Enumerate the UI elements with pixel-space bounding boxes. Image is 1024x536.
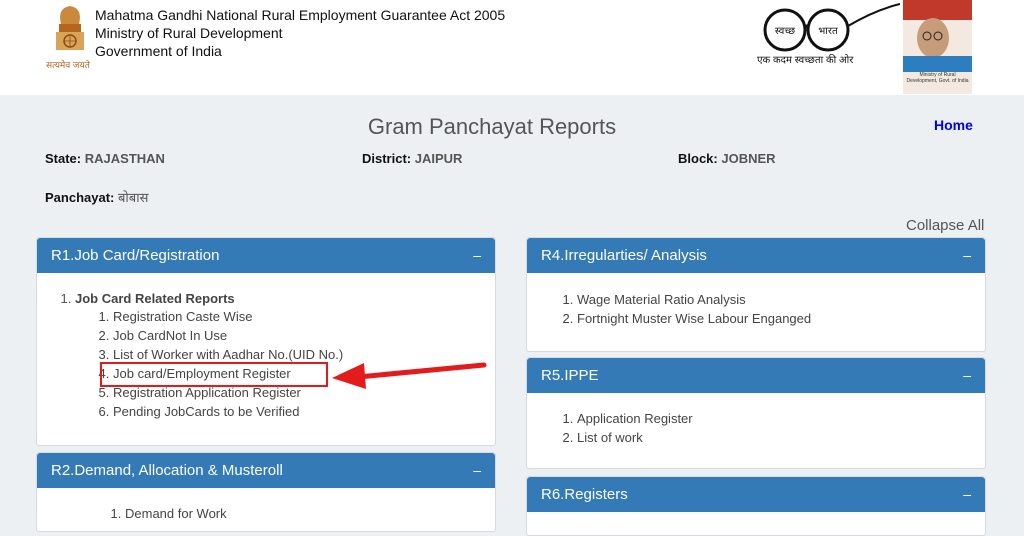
district-label: District:: [362, 151, 412, 166]
page-title: Gram Panchayat Reports: [367, 114, 617, 139]
list-item: Job Card Related Reports Registration Ca…: [75, 291, 343, 421]
swachh-tagline: एक कदम स्वच्छता की ओर: [757, 55, 854, 66]
block-label: Block:: [678, 151, 718, 166]
bharat-word: भारत: [818, 26, 838, 37]
panel-r5-header[interactable]: R5.IPPE –: [527, 358, 985, 393]
block-info: Block: JOBNER: [678, 151, 776, 166]
gandhi-portrait-icon: [903, 18, 972, 72]
panel-r4-header[interactable]: R4.Irregularties/ Analysis –: [527, 238, 985, 273]
panchayat-label: Panchayat:: [45, 190, 115, 205]
panchayat-value: बोबास: [118, 190, 149, 205]
panchayat-info: Panchayat: बोबास: [45, 188, 148, 206]
block-value: JOBNER: [721, 151, 776, 166]
report-link-list-of-work[interactable]: List of work: [577, 428, 693, 447]
report-link-jobcard-not-in-use[interactable]: Job CardNot In Use: [113, 326, 343, 345]
panel-r6-collapse-icon[interactable]: –: [963, 477, 971, 512]
report-link-wage-material-ratio[interactable]: Wage Material Ratio Analysis: [577, 290, 811, 309]
panel-r2-collapse-icon[interactable]: –: [473, 453, 481, 488]
panel-r5-title: R5.IPPE: [541, 367, 599, 384]
site-header: सत्यमेव जयते Mahatma Gandhi National Rur…: [0, 0, 1024, 95]
emblem-motto: सत्यमेव जयते: [46, 60, 90, 70]
panel-r1-job-card: R1.Job Card/Registration – Job Card Rela…: [36, 237, 496, 446]
panel-r1-header[interactable]: R1.Job Card/Registration –: [37, 238, 495, 273]
district-info: District: JAIPUR: [362, 151, 462, 166]
r1-report-list: Job Card Related Reports Registration Ca…: [75, 291, 343, 421]
org-line-government: Government of India: [95, 43, 222, 59]
organisation-name: Mahatma Gandhi National Rural Employment…: [95, 6, 505, 60]
panel-r1-collapse-icon[interactable]: –: [473, 238, 481, 273]
district-value: JAIPUR: [414, 151, 463, 166]
panel-r1-title: R1.Job Card/Registration: [51, 247, 220, 264]
org-line-ministry: Ministry of Rural Development: [95, 25, 283, 41]
report-link-demand-for-work[interactable]: Demand for Work: [125, 504, 227, 523]
state-value: RAJASTHAN: [84, 151, 165, 166]
org-line-act: Mahatma Gandhi National Rural Employment…: [95, 7, 506, 23]
home-link[interactable]: Home: [934, 117, 973, 133]
swachh-word: स्वच्छ: [775, 26, 795, 37]
panel-r6-title: R6.Registers: [541, 486, 628, 503]
report-link-caste-wise[interactable]: Registration Caste Wise: [113, 307, 343, 326]
report-link-pending-jobcards[interactable]: Pending JobCards to be Verified: [113, 402, 343, 421]
r2-report-list: Demand for Work: [125, 504, 227, 523]
gandhi-poster-image: Ministry of Rural Development, Govt. of …: [903, 0, 972, 94]
report-link-fortnight-muster[interactable]: Fortnight Muster Wise Labour Enganged: [577, 309, 811, 328]
red-arrow-icon: [332, 362, 487, 389]
panel-r5-ippe: R5.IPPE – Application Register List of w…: [526, 357, 986, 469]
report-link-application-register[interactable]: Application Register: [577, 409, 693, 428]
collapse-all-button[interactable]: Collapse All: [906, 217, 984, 234]
state-label: State:: [45, 151, 82, 166]
r5-report-list: Application Register List of work: [577, 409, 693, 447]
panel-r6-header[interactable]: R6.Registers –: [527, 477, 985, 512]
r4-report-list: Wage Material Ratio Analysis Fortnight M…: [577, 290, 811, 328]
panel-r4-title: R4.Irregularties/ Analysis: [541, 247, 707, 264]
national-emblem-icon: [56, 6, 84, 50]
panel-r4-irregularities: R4.Irregularties/ Analysis – Wage Materi…: [526, 237, 986, 352]
state-info: State: RAJASTHAN: [45, 151, 165, 166]
poster-caption: Ministry of Rural Development, Govt. of …: [906, 72, 969, 84]
panel-r4-collapse-icon[interactable]: –: [963, 238, 971, 273]
panel-r6-registers: R6.Registers –: [526, 476, 986, 536]
r1-group-title: Job Card Related Reports: [75, 291, 235, 306]
panel-r5-collapse-icon[interactable]: –: [963, 358, 971, 393]
highlight-box: [100, 362, 328, 387]
panel-r2-title: R2.Demand, Allocation & Musteroll: [51, 462, 283, 479]
panel-r2-demand: R2.Demand, Allocation & Musteroll – Dema…: [36, 452, 496, 532]
panel-r2-header[interactable]: R2.Demand, Allocation & Musteroll –: [37, 453, 495, 488]
